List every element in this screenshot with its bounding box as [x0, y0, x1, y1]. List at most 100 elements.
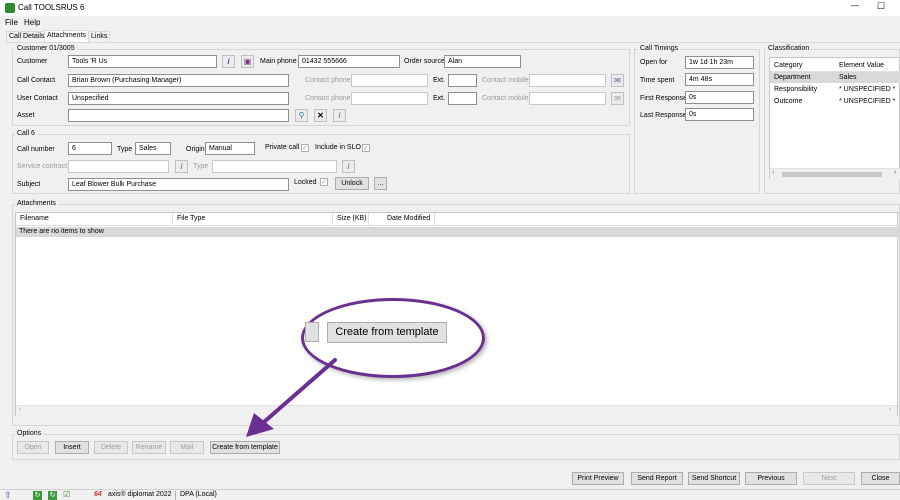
scroll-right-icon[interactable]: ›	[894, 169, 896, 176]
filename-column-header[interactable]: Filename	[16, 213, 173, 225]
type-field[interactable]: Sales	[135, 142, 171, 155]
first-response-label: First Response	[640, 95, 688, 102]
contact-phone-field-2[interactable]	[351, 92, 428, 105]
axis-logo-icon: 64	[94, 491, 102, 498]
mail-button[interactable]: Mail	[170, 441, 204, 454]
ext-label: Ext.	[433, 77, 446, 84]
call-contact-field[interactable]: Brian Brown (Purchasing Manager)	[68, 74, 289, 87]
classification-list[interactable]: Category Element Value Department Sales …	[769, 57, 900, 179]
horizontal-scrollbar[interactable]: ‹ ›	[770, 168, 900, 179]
window-title: Call TOOLSRUS 6	[18, 3, 85, 12]
contact-phone-field[interactable]	[351, 74, 428, 87]
tab-links[interactable]: Links	[88, 31, 111, 42]
checklist-icon[interactable]: ☑	[63, 490, 70, 500]
tab-call-details[interactable]: Call Details	[6, 31, 48, 42]
scroll-thumb[interactable]	[782, 172, 882, 177]
maximize-button[interactable]: ☐	[874, 1, 888, 13]
taskbar: ⇧ ↻ ↻ ☑ 64 axis® diplomat 2022 DPA (Loca…	[0, 489, 900, 500]
timings-title: Call Timings	[638, 44, 681, 53]
user-contact-field[interactable]: Unspecified	[68, 92, 289, 105]
unlock-button[interactable]: Unlock	[335, 177, 369, 190]
ext-field[interactable]	[448, 74, 477, 87]
attachments-title: Attachments	[15, 199, 58, 208]
locked-label: Locked	[294, 179, 317, 186]
refresh-icon[interactable]: ↻	[33, 491, 42, 500]
up-arrow-icon[interactable]: ⇧	[4, 490, 12, 500]
classification-value: Sales	[839, 74, 857, 81]
open-for-label: Open for	[640, 59, 668, 66]
include-slo-checkbox[interactable]: ✓	[362, 144, 370, 152]
classification-category: Responsibility	[774, 86, 818, 93]
classification-value: * UNSPECIFIED *	[839, 86, 896, 93]
send-report-button[interactable]: Send Report	[631, 472, 683, 485]
call-number-field[interactable]: 6	[68, 142, 112, 155]
private-call-checkbox[interactable]: ✓	[301, 144, 309, 152]
menu-file[interactable]: File	[5, 18, 18, 28]
print-preview-button[interactable]: Print Preview	[572, 472, 624, 485]
type2-info-icon[interactable]: i	[342, 160, 355, 173]
call-contact-label: Call Contact	[17, 77, 56, 84]
col-value-header[interactable]: Element Value	[839, 61, 884, 71]
main-phone-field[interactable]: 01432 555666	[298, 55, 400, 68]
asset-field[interactable]	[68, 109, 289, 122]
service-contract-info-icon[interactable]: i	[175, 160, 188, 173]
contact-mobile-label: Contact mobile	[482, 77, 529, 84]
tab-attachments[interactable]: Attachments	[44, 30, 89, 42]
origin-label: Origin	[186, 146, 205, 153]
email-icon-2[interactable]: ✉	[611, 92, 624, 105]
open-button[interactable]: Open	[17, 441, 49, 454]
horizontal-scrollbar[interactable]: ‹ ›	[16, 405, 897, 416]
insert-button[interactable]: Insert	[55, 441, 89, 454]
ext-label-2: Ext.	[433, 95, 446, 102]
asset-info-icon[interactable]: i	[333, 109, 346, 122]
delete-button[interactable]: Delete	[94, 441, 128, 454]
info-icon[interactable]: i	[222, 55, 235, 68]
email-icon[interactable]: ✉	[611, 74, 624, 87]
order-source-label: Order source	[404, 58, 445, 65]
type2-field[interactable]	[212, 160, 337, 173]
taskbar-divider	[175, 491, 176, 500]
contact-mobile-field[interactable]	[529, 74, 606, 87]
customer-field[interactable]: Tools 'R Us	[68, 55, 217, 68]
save-icon[interactable]: ▣	[241, 55, 254, 68]
include-slo-label: Include in SLO	[315, 144, 361, 151]
more-button[interactable]: ...	[374, 177, 387, 190]
customer-label: Customer	[17, 58, 48, 65]
col-category-header[interactable]: Category	[774, 61, 802, 71]
clear-icon[interactable]: ✕	[314, 109, 327, 122]
scroll-left-icon[interactable]: ‹	[772, 169, 774, 176]
app-icon	[5, 3, 15, 13]
dpa-status: DPA (Local)	[180, 491, 217, 498]
subject-field[interactable]: Leaf Blower Bulk Purchase	[68, 178, 289, 191]
scroll-left-icon[interactable]: ‹	[19, 406, 21, 413]
ext-field-2[interactable]	[448, 92, 477, 105]
date-modified-column-header[interactable]: Date Modified	[369, 213, 435, 225]
filetype-column-header[interactable]: File Type	[173, 213, 333, 225]
last-response-label: Last Response	[640, 112, 687, 119]
size-column-header[interactable]: Size (KB)	[333, 213, 369, 225]
origin-field[interactable]: Manual	[205, 142, 255, 155]
send-shortcut-button[interactable]: Send Shortcut	[688, 472, 740, 485]
callout-create-from-template-button: Create from template	[327, 322, 447, 343]
previous-button[interactable]: Previous	[745, 472, 797, 485]
search-icon[interactable]: ⚲	[295, 109, 308, 122]
subject-label: Subject	[17, 181, 41, 188]
callout-arrow	[246, 358, 337, 437]
service-contract-field[interactable]	[68, 160, 169, 173]
order-source-field[interactable]: Alan	[444, 55, 521, 68]
contact-mobile-label-2: Contact mobile	[482, 95, 529, 102]
time-spent-field: 4m 48s	[685, 73, 754, 86]
locked-checkbox[interactable]: ✓	[320, 178, 328, 186]
next-button[interactable]: Next	[803, 472, 855, 485]
scroll-right-icon[interactable]: ›	[889, 406, 891, 413]
refresh-all-icon[interactable]: ↻	[48, 491, 57, 500]
close-button[interactable]: Close	[861, 472, 900, 485]
private-call-label: Private call	[265, 144, 300, 151]
empty-row	[16, 227, 899, 237]
call-number-label: Call number	[17, 146, 55, 153]
rename-button[interactable]: Rename	[132, 441, 166, 454]
contact-mobile-field-2[interactable]	[529, 92, 606, 105]
menu-help[interactable]: Help	[24, 18, 40, 28]
contact-phone-label: Contact phone	[305, 77, 351, 84]
minimize-button[interactable]: —	[848, 1, 862, 13]
